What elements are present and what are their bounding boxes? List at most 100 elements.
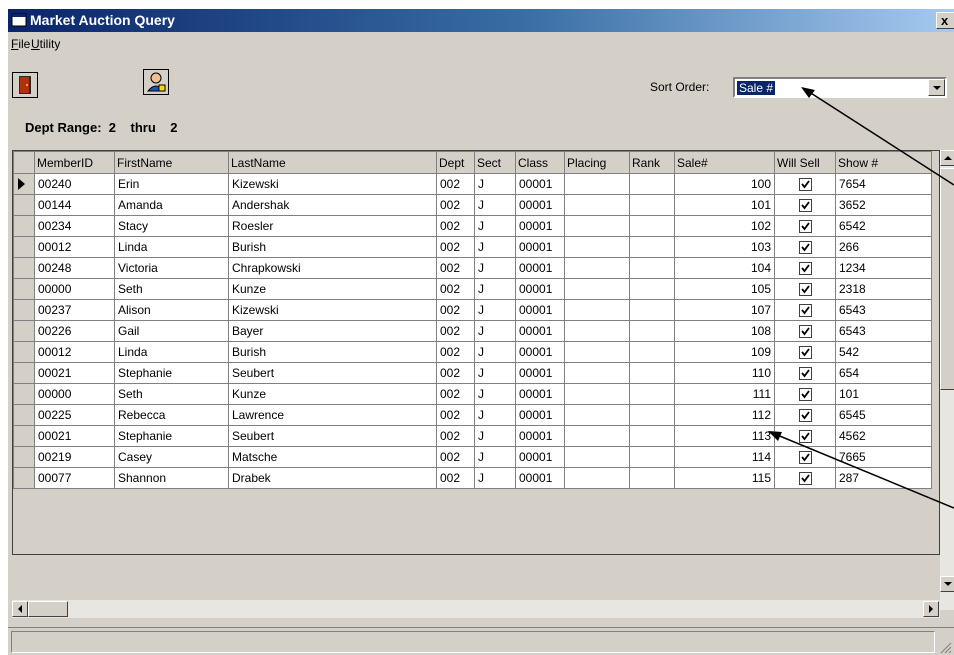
will-sell-checkbox[interactable] [798, 283, 812, 297]
column-header[interactable]: MemberID [34, 151, 115, 174]
results-grid[interactable]: MemberID FirstName LastName Dept Sect Cl… [12, 150, 940, 555]
dept-cell[interactable]: 002 [436, 404, 475, 426]
rank-cell[interactable] [629, 425, 675, 447]
show-number-cell[interactable]: 654 [835, 362, 932, 384]
rank-cell[interactable] [629, 173, 675, 195]
class-cell[interactable]: 00001 [515, 320, 565, 342]
last-name-cell[interactable]: Drabek [228, 467, 437, 489]
first-name-cell[interactable]: Alison [114, 299, 229, 321]
placing-cell[interactable] [564, 404, 630, 426]
rank-cell[interactable] [629, 362, 675, 384]
placing-cell[interactable] [564, 215, 630, 237]
first-name-cell[interactable]: Casey [114, 446, 229, 468]
first-name-cell[interactable]: Rebecca [114, 404, 229, 426]
dropdown-arrow-icon[interactable] [928, 79, 945, 96]
dept-cell[interactable]: 002 [436, 362, 475, 384]
column-header[interactable]: Rank [629, 151, 675, 174]
resize-grip-icon[interactable] [940, 642, 952, 654]
sale-number-cell[interactable]: 109 [674, 341, 775, 363]
row-selector[interactable] [13, 404, 35, 426]
last-name-cell[interactable]: Chrapkowski [228, 257, 437, 279]
first-name-cell[interactable]: Seth [114, 278, 229, 300]
dept-cell[interactable]: 002 [436, 278, 475, 300]
first-name-cell[interactable]: Linda [114, 236, 229, 258]
menu-file[interactable]: File [11, 37, 30, 51]
will-sell-checkbox[interactable] [798, 388, 812, 402]
horizontal-scrollbar[interactable] [12, 600, 940, 618]
show-number-cell[interactable]: 6545 [835, 404, 932, 426]
placing-cell[interactable] [564, 236, 630, 258]
last-name-cell[interactable]: Seubert [228, 425, 437, 447]
rank-cell[interactable] [629, 383, 675, 405]
sect-cell[interactable]: J [474, 173, 516, 195]
sect-cell[interactable]: J [474, 425, 516, 447]
row-selector[interactable] [13, 257, 35, 279]
last-name-cell[interactable]: Andershak [228, 194, 437, 216]
last-name-cell[interactable]: Kizewski [228, 173, 437, 195]
row-selector[interactable] [13, 467, 35, 489]
sale-number-cell[interactable]: 113 [674, 425, 775, 447]
will-sell-cell[interactable] [774, 173, 836, 195]
member-id-cell[interactable]: 00000 [34, 383, 115, 405]
sale-number-cell[interactable]: 111 [674, 383, 775, 405]
first-name-cell[interactable]: Stacy [114, 215, 229, 237]
placing-cell[interactable] [564, 467, 630, 489]
first-name-cell[interactable]: Erin [114, 173, 229, 195]
last-name-cell[interactable]: Burish [228, 236, 437, 258]
title-bar[interactable]: Market Auction Query [8, 9, 954, 32]
sale-number-cell[interactable]: 110 [674, 362, 775, 384]
placing-cell[interactable] [564, 446, 630, 468]
first-name-cell[interactable]: Shannon [114, 467, 229, 489]
will-sell-cell[interactable] [774, 194, 836, 216]
table-row[interactable]: 00226 Gail Bayer 002 J 00001 108 6543 [13, 320, 932, 342]
will-sell-cell[interactable] [774, 425, 836, 447]
rank-cell[interactable] [629, 278, 675, 300]
column-header[interactable]: FirstName [114, 151, 229, 174]
member-id-cell[interactable]: 00240 [34, 173, 115, 195]
member-id-cell[interactable]: 00144 [34, 194, 115, 216]
horizontal-scroll-thumb[interactable] [28, 601, 68, 617]
dept-cell[interactable]: 002 [436, 236, 475, 258]
sect-cell[interactable]: J [474, 257, 516, 279]
table-row[interactable]: 00021 Stephanie Seubert 002 J 00001 110 654 [13, 362, 932, 384]
dept-cell[interactable]: 002 [436, 215, 475, 237]
show-number-cell[interactable]: 542 [835, 341, 932, 363]
show-number-cell[interactable]: 287 [835, 467, 932, 489]
first-name-cell[interactable]: Seth [114, 383, 229, 405]
last-name-cell[interactable]: Kizewski [228, 299, 437, 321]
will-sell-checkbox[interactable] [798, 220, 812, 234]
row-selector[interactable] [13, 173, 35, 195]
sect-cell[interactable]: J [474, 194, 516, 216]
placing-cell[interactable] [564, 320, 630, 342]
rank-cell[interactable] [629, 236, 675, 258]
first-name-cell[interactable]: Gail [114, 320, 229, 342]
class-cell[interactable]: 00001 [515, 446, 565, 468]
row-selector[interactable] [13, 215, 35, 237]
show-number-cell[interactable]: 7654 [835, 173, 932, 195]
class-cell[interactable]: 00001 [515, 215, 565, 237]
dept-cell[interactable]: 002 [436, 383, 475, 405]
table-row[interactable]: 00077 Shannon Drabek 002 J 00001 115 287 [13, 467, 932, 489]
dept-cell[interactable]: 002 [436, 320, 475, 342]
row-selector[interactable] [13, 320, 35, 342]
will-sell-cell[interactable] [774, 362, 836, 384]
column-header[interactable]: Placing [564, 151, 630, 174]
scroll-right-button[interactable] [923, 601, 939, 617]
member-id-cell[interactable]: 00226 [34, 320, 115, 342]
last-name-cell[interactable]: Kunze [228, 278, 437, 300]
table-row[interactable]: 00000 Seth Kunze 002 J 00001 111 101 [13, 383, 932, 405]
placing-cell[interactable] [564, 383, 630, 405]
class-cell[interactable]: 00001 [515, 467, 565, 489]
last-name-cell[interactable]: Kunze [228, 383, 437, 405]
first-name-cell[interactable]: Linda [114, 341, 229, 363]
rank-cell[interactable] [629, 467, 675, 489]
placing-cell[interactable] [564, 194, 630, 216]
sect-cell[interactable]: J [474, 404, 516, 426]
placing-cell[interactable] [564, 278, 630, 300]
dept-cell[interactable]: 002 [436, 446, 475, 468]
placing-cell[interactable] [564, 362, 630, 384]
placing-cell[interactable] [564, 341, 630, 363]
column-header[interactable]: Dept [436, 151, 475, 174]
sale-number-cell[interactable]: 108 [674, 320, 775, 342]
sect-cell[interactable]: J [474, 299, 516, 321]
